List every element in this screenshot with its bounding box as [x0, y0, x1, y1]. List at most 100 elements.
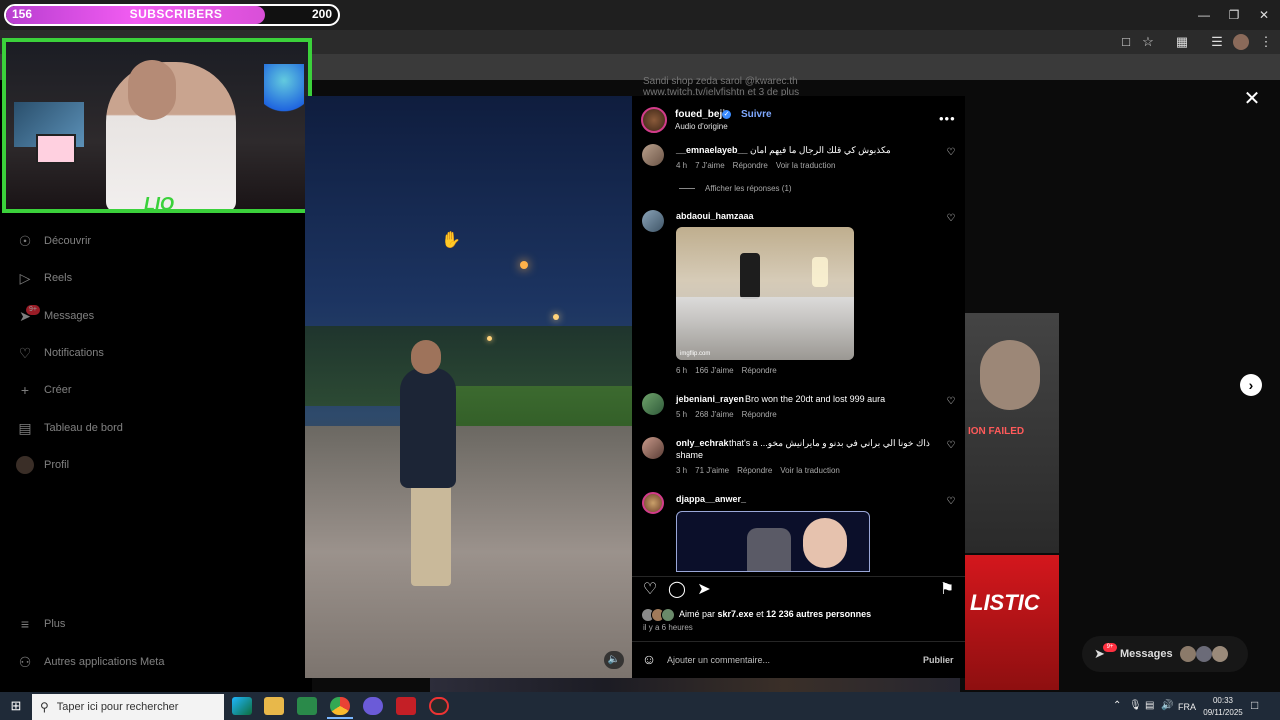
liked-by-summary[interactable]: Aimé par skr7.exe et 12 236 autres perso…	[679, 609, 871, 619]
clock-time[interactable]: 00:33	[1203, 696, 1243, 705]
webcam-overlay: LIO	[2, 38, 312, 213]
voice-app-icon[interactable]	[396, 697, 416, 715]
sidebar-item-meta-apps[interactable]: ⚇ Autres applications Meta	[16, 652, 165, 672]
minimize-icon[interactable]: —	[1194, 6, 1214, 24]
sidebar-item-dashboard[interactable]: ▤ Tableau de bord	[16, 418, 123, 438]
comment-input[interactable]	[667, 652, 907, 668]
sidebar-item-create[interactable]: + Créer	[16, 380, 72, 400]
background-thumbnail-strip	[430, 678, 960, 692]
taskbar-search-box[interactable]: ⚲ Taper ici pour rechercher	[32, 694, 224, 720]
like-comment-icon[interactable]: ♡	[945, 147, 957, 159]
comment-avatar[interactable]	[642, 437, 664, 459]
sidebar-item-label: Notifications	[44, 347, 104, 359]
comment-avatar[interactable]	[642, 210, 664, 232]
comment-meta: 3 h 71 J'aime Répondre Voir la traductio…	[676, 466, 840, 475]
share-icon[interactable]: ➤	[694, 580, 714, 600]
like-comment-icon[interactable]: ♡	[945, 440, 957, 452]
volume-icon[interactable]: 🔊	[1161, 700, 1173, 711]
comment-username[interactable]: djappa__anwer_	[676, 494, 746, 504]
reply-button[interactable]: Répondre	[742, 366, 777, 375]
media-control-icon[interactable]: ☰	[1209, 34, 1225, 50]
restore-icon[interactable]: ❐	[1224, 6, 1244, 24]
translate-link[interactable]: Voir la traduction	[780, 466, 840, 475]
comment-username[interactable]: abdaoui_hamzaaa	[676, 211, 754, 221]
save-bookmark-icon[interactable]: ⚑	[937, 580, 957, 600]
like-icon[interactable]: ♡	[640, 580, 660, 600]
network-icon[interactable]: ▤	[1145, 700, 1154, 711]
mouse-cursor-icon: ✋	[441, 232, 461, 249]
reels-icon: ▷	[19, 270, 31, 286]
edge-app-icon[interactable]	[232, 697, 252, 715]
like-comment-icon[interactable]: ♡	[945, 213, 957, 225]
input-language[interactable]: FRA	[1178, 702, 1196, 712]
comment-likes[interactable]: 7 J'aime	[695, 161, 725, 170]
view-replies-button[interactable]: Afficher les réponses (1)	[705, 184, 792, 193]
obs-app-icon[interactable]	[429, 697, 449, 715]
comment-avatar[interactable]	[642, 393, 664, 415]
profile-icon[interactable]	[1233, 34, 1249, 50]
sidebar-item-reels[interactable]: ▷ Reels	[16, 268, 73, 288]
bookmark-star-icon[interactable]: ☆	[1140, 34, 1156, 50]
comment-likes[interactable]: 166 J'aime	[695, 366, 733, 375]
comment-username[interactable]: jebeniani_rayen	[676, 394, 744, 404]
follow-button[interactable]: Suivre	[741, 109, 772, 120]
chrome-app-icon[interactable]	[330, 697, 350, 715]
menu-icon[interactable]: ⋮	[1258, 34, 1274, 50]
comment-username[interactable]: __emnaelayeb__	[676, 145, 748, 155]
post-author-username[interactable]: foued_beji	[675, 109, 725, 120]
messages-badge: 9+	[1103, 643, 1117, 652]
comment-gif[interactable]	[676, 511, 870, 572]
window-close-icon[interactable]: ✕	[1254, 6, 1274, 24]
comment-avatar[interactable]	[642, 144, 664, 166]
windows-start-icon[interactable]: ⊞	[8, 698, 24, 714]
comment-likes[interactable]: 268 J'aime	[695, 410, 733, 419]
audio-link[interactable]: Audio d'origine	[675, 122, 728, 131]
sidebar-item-label: Profil	[44, 459, 70, 471]
liked-by-connector: et	[756, 609, 764, 619]
discord-app-icon[interactable]	[363, 697, 383, 715]
microphone-icon[interactable]: 🎙	[1129, 700, 1142, 711]
reply-button[interactable]: Répondre	[733, 161, 768, 170]
extensions-icon[interactable]: ▦	[1174, 34, 1190, 50]
sidebar-item-label: Reels	[44, 272, 73, 284]
like-comment-icon[interactable]: ♡	[945, 496, 957, 508]
comment-text: Bro won the 20dt and lost 999 aura	[745, 394, 886, 404]
more-options-icon[interactable]: •••	[939, 111, 956, 126]
background-reel-caption: ION FAILED	[968, 426, 1025, 437]
tray-chevron-icon[interactable]: ⌃	[1113, 700, 1121, 711]
profile-avatar-icon	[16, 456, 34, 474]
reply-button[interactable]: Répondre	[737, 466, 772, 475]
liked-by-user[interactable]: skr7.exe	[718, 609, 754, 619]
sidebar-item-notifications[interactable]: ♡ Notifications	[16, 343, 104, 363]
subscriber-goal-label: SUBSCRIBERS	[129, 7, 223, 21]
comment-username[interactable]: only_echrak	[676, 438, 729, 448]
sidebar-item-more[interactable]: ≡ Plus	[16, 614, 66, 634]
mute-toggle-icon[interactable]: 🔈	[604, 651, 624, 669]
post-author-avatar[interactable]	[641, 107, 667, 133]
sidebar-item-label: Découvrir	[44, 235, 92, 247]
next-arrow-icon[interactable]: ›	[1240, 374, 1262, 396]
like-comment-icon[interactable]: ♡	[945, 396, 957, 408]
emoji-icon[interactable]: ☺	[641, 651, 657, 667]
sidebar-item-label: Créer	[44, 384, 72, 396]
liked-by-others[interactable]: 12 236 autres personnes	[766, 609, 871, 619]
street-light	[553, 314, 559, 320]
close-icon[interactable]: ✕	[1242, 89, 1262, 109]
comment-icon[interactable]: ◯	[667, 580, 687, 600]
comment-gif[interactable]: imgflip.com	[676, 227, 854, 360]
sidebar-item-profile[interactable]: Profil	[16, 455, 69, 475]
divider	[632, 641, 965, 642]
file-explorer-icon[interactable]	[264, 697, 284, 715]
translate-link[interactable]: Voir la traduction	[776, 161, 836, 170]
clock-date[interactable]: 09/11/2025	[1200, 708, 1246, 717]
sidebar-item-discover[interactable]: ☉ Découvrir	[16, 231, 91, 251]
publish-button[interactable]: Publier	[923, 655, 954, 665]
comment-avatar[interactable]	[642, 492, 664, 514]
comment-likes[interactable]: 71 J'aime	[695, 466, 729, 475]
reply-button[interactable]: Répondre	[742, 410, 777, 419]
store-app-icon[interactable]	[297, 697, 317, 715]
background-reel-card[interactable]	[965, 555, 1059, 690]
reel-video[interactable]	[305, 96, 632, 678]
install-app-icon[interactable]: □	[1118, 34, 1134, 50]
notification-center-icon[interactable]: □	[1251, 698, 1258, 712]
